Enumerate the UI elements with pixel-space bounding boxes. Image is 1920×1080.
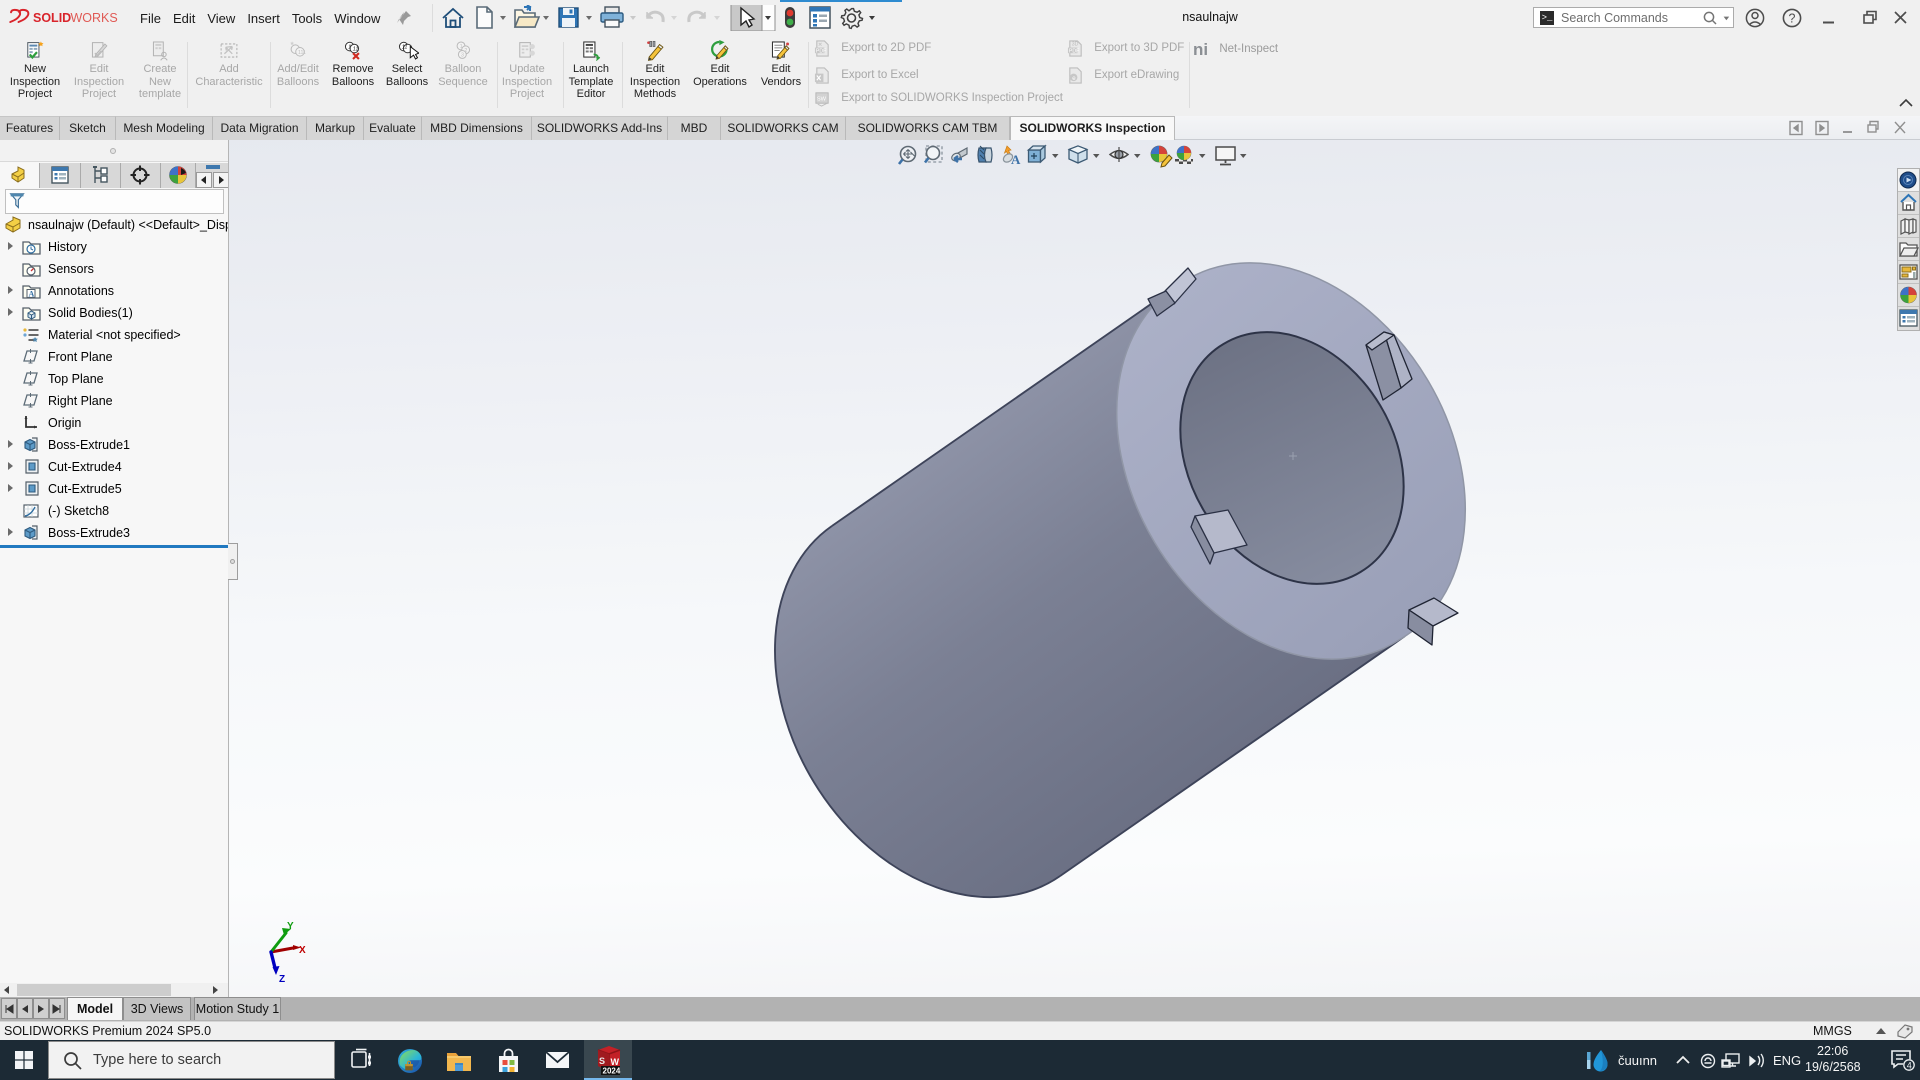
svg-text:?: ? <box>1789 12 1796 26</box>
svg-text:3D: 3D <box>1072 42 1079 48</box>
svg-text:1: 1 <box>460 44 463 50</box>
svg-text:11: 11 <box>402 45 408 51</box>
svg-text:111: 111 <box>298 50 306 56</box>
svg-text:2024: 2024 <box>603 1067 621 1076</box>
svg-text:3: 3 <box>461 52 464 58</box>
svg-text:e: e <box>1072 75 1076 82</box>
svg-text:A: A <box>1011 152 1021 167</box>
svg-text:SOLID: SOLID <box>33 11 71 25</box>
svg-text:2: 2 <box>464 48 467 54</box>
svg-text:PDF: PDF <box>816 48 826 54</box>
svg-text:S: S <box>599 1056 605 1066</box>
svg-text:4: 4 <box>1907 1061 1912 1071</box>
svg-text:W: W <box>611 1057 620 1067</box>
svg-text:PDF: PDF <box>1069 48 1079 54</box>
svg-text:WORKS: WORKS <box>71 11 118 25</box>
svg-text:SW: SW <box>817 96 827 102</box>
svg-text:11: 11 <box>353 47 359 53</box>
svg-text:Y: Y <box>287 921 294 932</box>
svg-text:X: X <box>299 945 306 956</box>
svg-text:1: 1 <box>348 45 351 51</box>
svg-text:A: A <box>29 290 35 299</box>
svg-text:Z: Z <box>279 974 285 985</box>
